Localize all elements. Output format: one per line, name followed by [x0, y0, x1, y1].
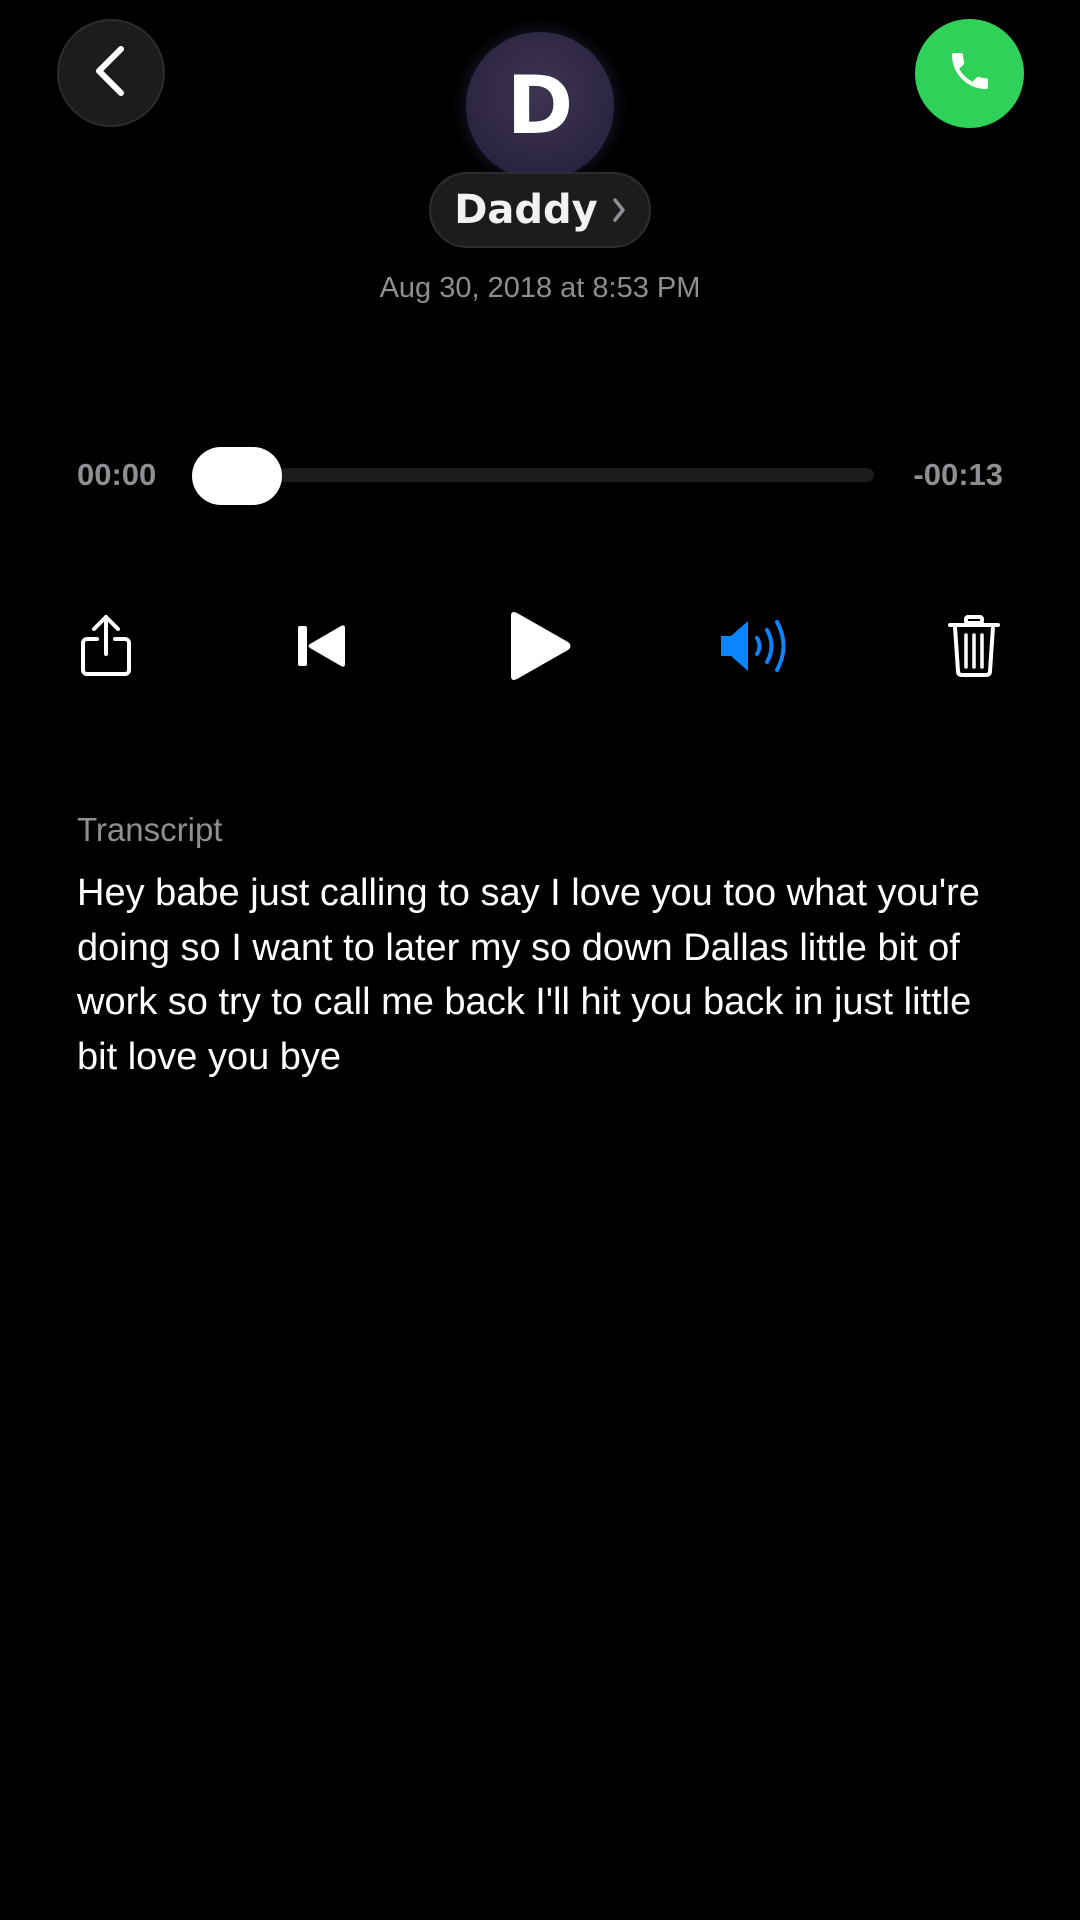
- phone-icon: [946, 47, 994, 100]
- scrubber-knob[interactable]: [192, 447, 282, 505]
- remaining-time: -00:13: [913, 457, 1003, 492]
- share-icon: [79, 614, 133, 683]
- share-button[interactable]: [56, 603, 156, 693]
- contact-name: Daddy: [454, 187, 598, 233]
- chevron-right-icon: [612, 197, 626, 223]
- skip-back-button[interactable]: [273, 603, 373, 693]
- voicemail-date: Aug 30, 2018 at 8:53 PM: [379, 272, 701, 304]
- speaker-button[interactable]: [707, 603, 807, 693]
- contact-name-button[interactable]: Daddy: [429, 172, 651, 248]
- play-button[interactable]: [490, 603, 590, 693]
- skip-back-icon: [297, 624, 349, 673]
- transcript-text: Hey babe just calling to say I love you …: [77, 872, 980, 1078]
- contact-avatar: D: [466, 32, 614, 180]
- call-button[interactable]: [915, 19, 1024, 128]
- chevron-left-icon: [91, 45, 131, 102]
- speaker-icon: [719, 617, 795, 680]
- transcript-label: Transcript: [77, 811, 223, 848]
- avatar-initial: D: [506, 59, 574, 152]
- delete-button[interactable]: [924, 603, 1024, 693]
- progress-track[interactable]: [192, 468, 874, 482]
- play-icon: [507, 610, 573, 687]
- back-button[interactable]: [57, 19, 165, 127]
- trash-icon: [948, 614, 1000, 682]
- elapsed-time: 00:00: [77, 457, 157, 492]
